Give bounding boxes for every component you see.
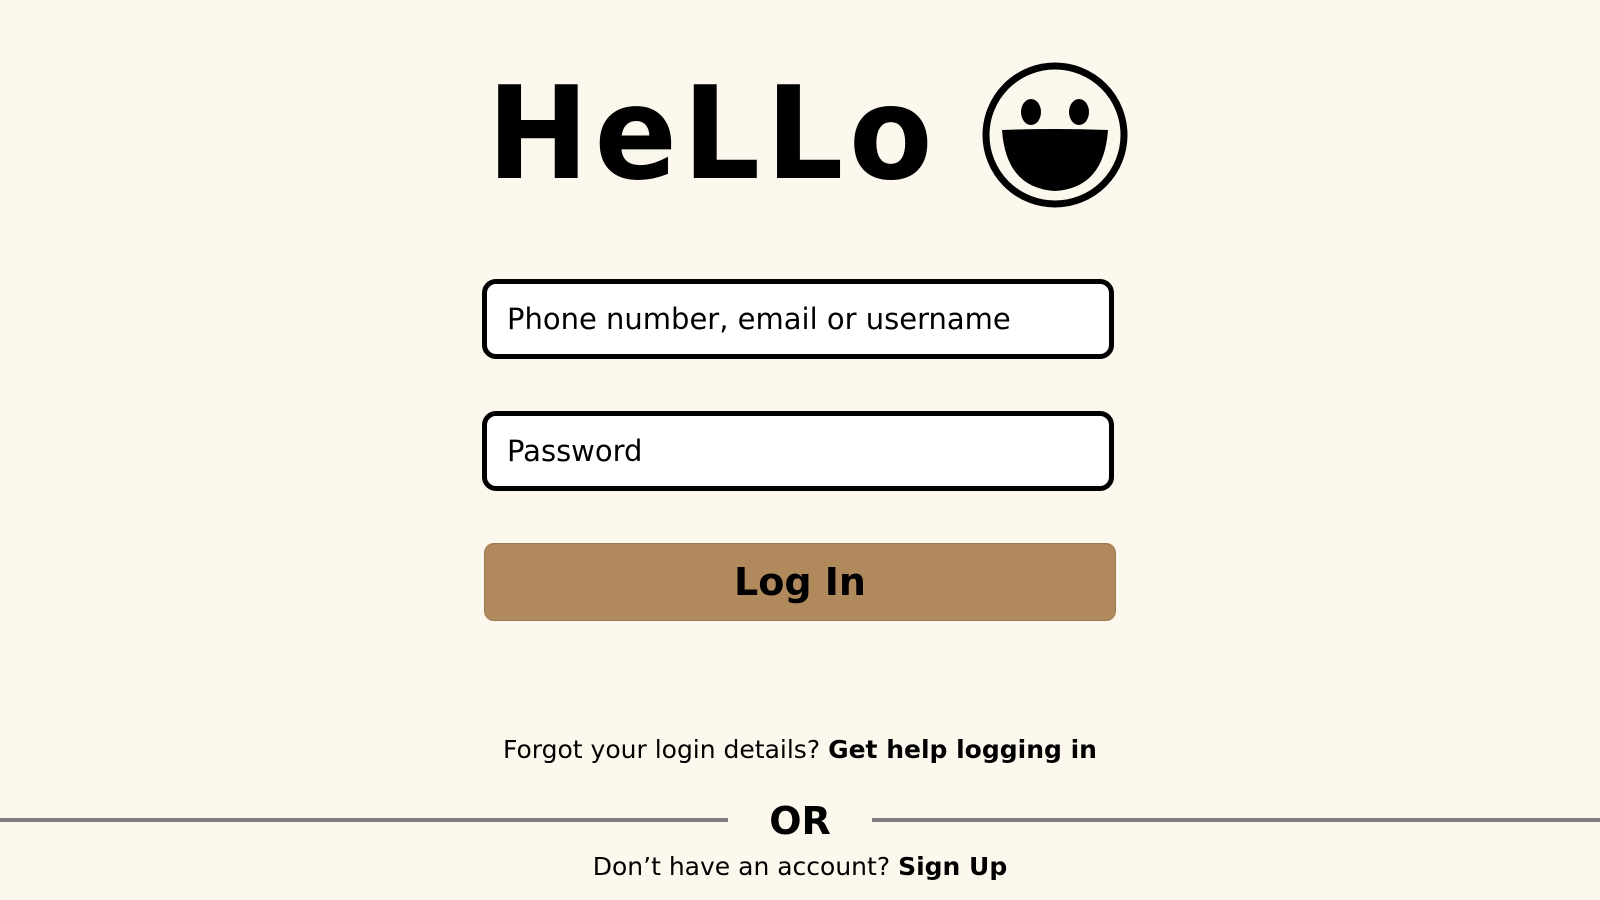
hero-title: HeLLo xyxy=(487,60,939,209)
divider-right xyxy=(872,818,1600,822)
signup-row: Don’t have an account? Sign Up xyxy=(0,852,1600,881)
password-field[interactable] xyxy=(482,411,1114,491)
hero-header: HeLLo xyxy=(487,60,1130,210)
login-button[interactable]: Log In xyxy=(484,543,1116,621)
username-input[interactable] xyxy=(487,284,1109,354)
login-page: HeLLo Log In Forgot your login details? … xyxy=(0,0,1600,900)
get-help-link[interactable]: Get help logging in xyxy=(828,735,1097,764)
sign-up-link[interactable]: Sign Up xyxy=(898,852,1007,881)
username-field[interactable] xyxy=(482,279,1114,359)
login-button-label: Log In xyxy=(734,560,866,604)
or-divider-text: OR xyxy=(769,799,831,843)
password-input[interactable] xyxy=(487,416,1109,486)
divider-left xyxy=(0,818,728,822)
smiley-face-icon xyxy=(982,62,1128,208)
help-prompt: Forgot your login details? xyxy=(503,735,821,764)
signup-prompt: Don’t have an account? xyxy=(592,852,891,881)
help-row: Forgot your login details? Get help logg… xyxy=(0,735,1600,764)
